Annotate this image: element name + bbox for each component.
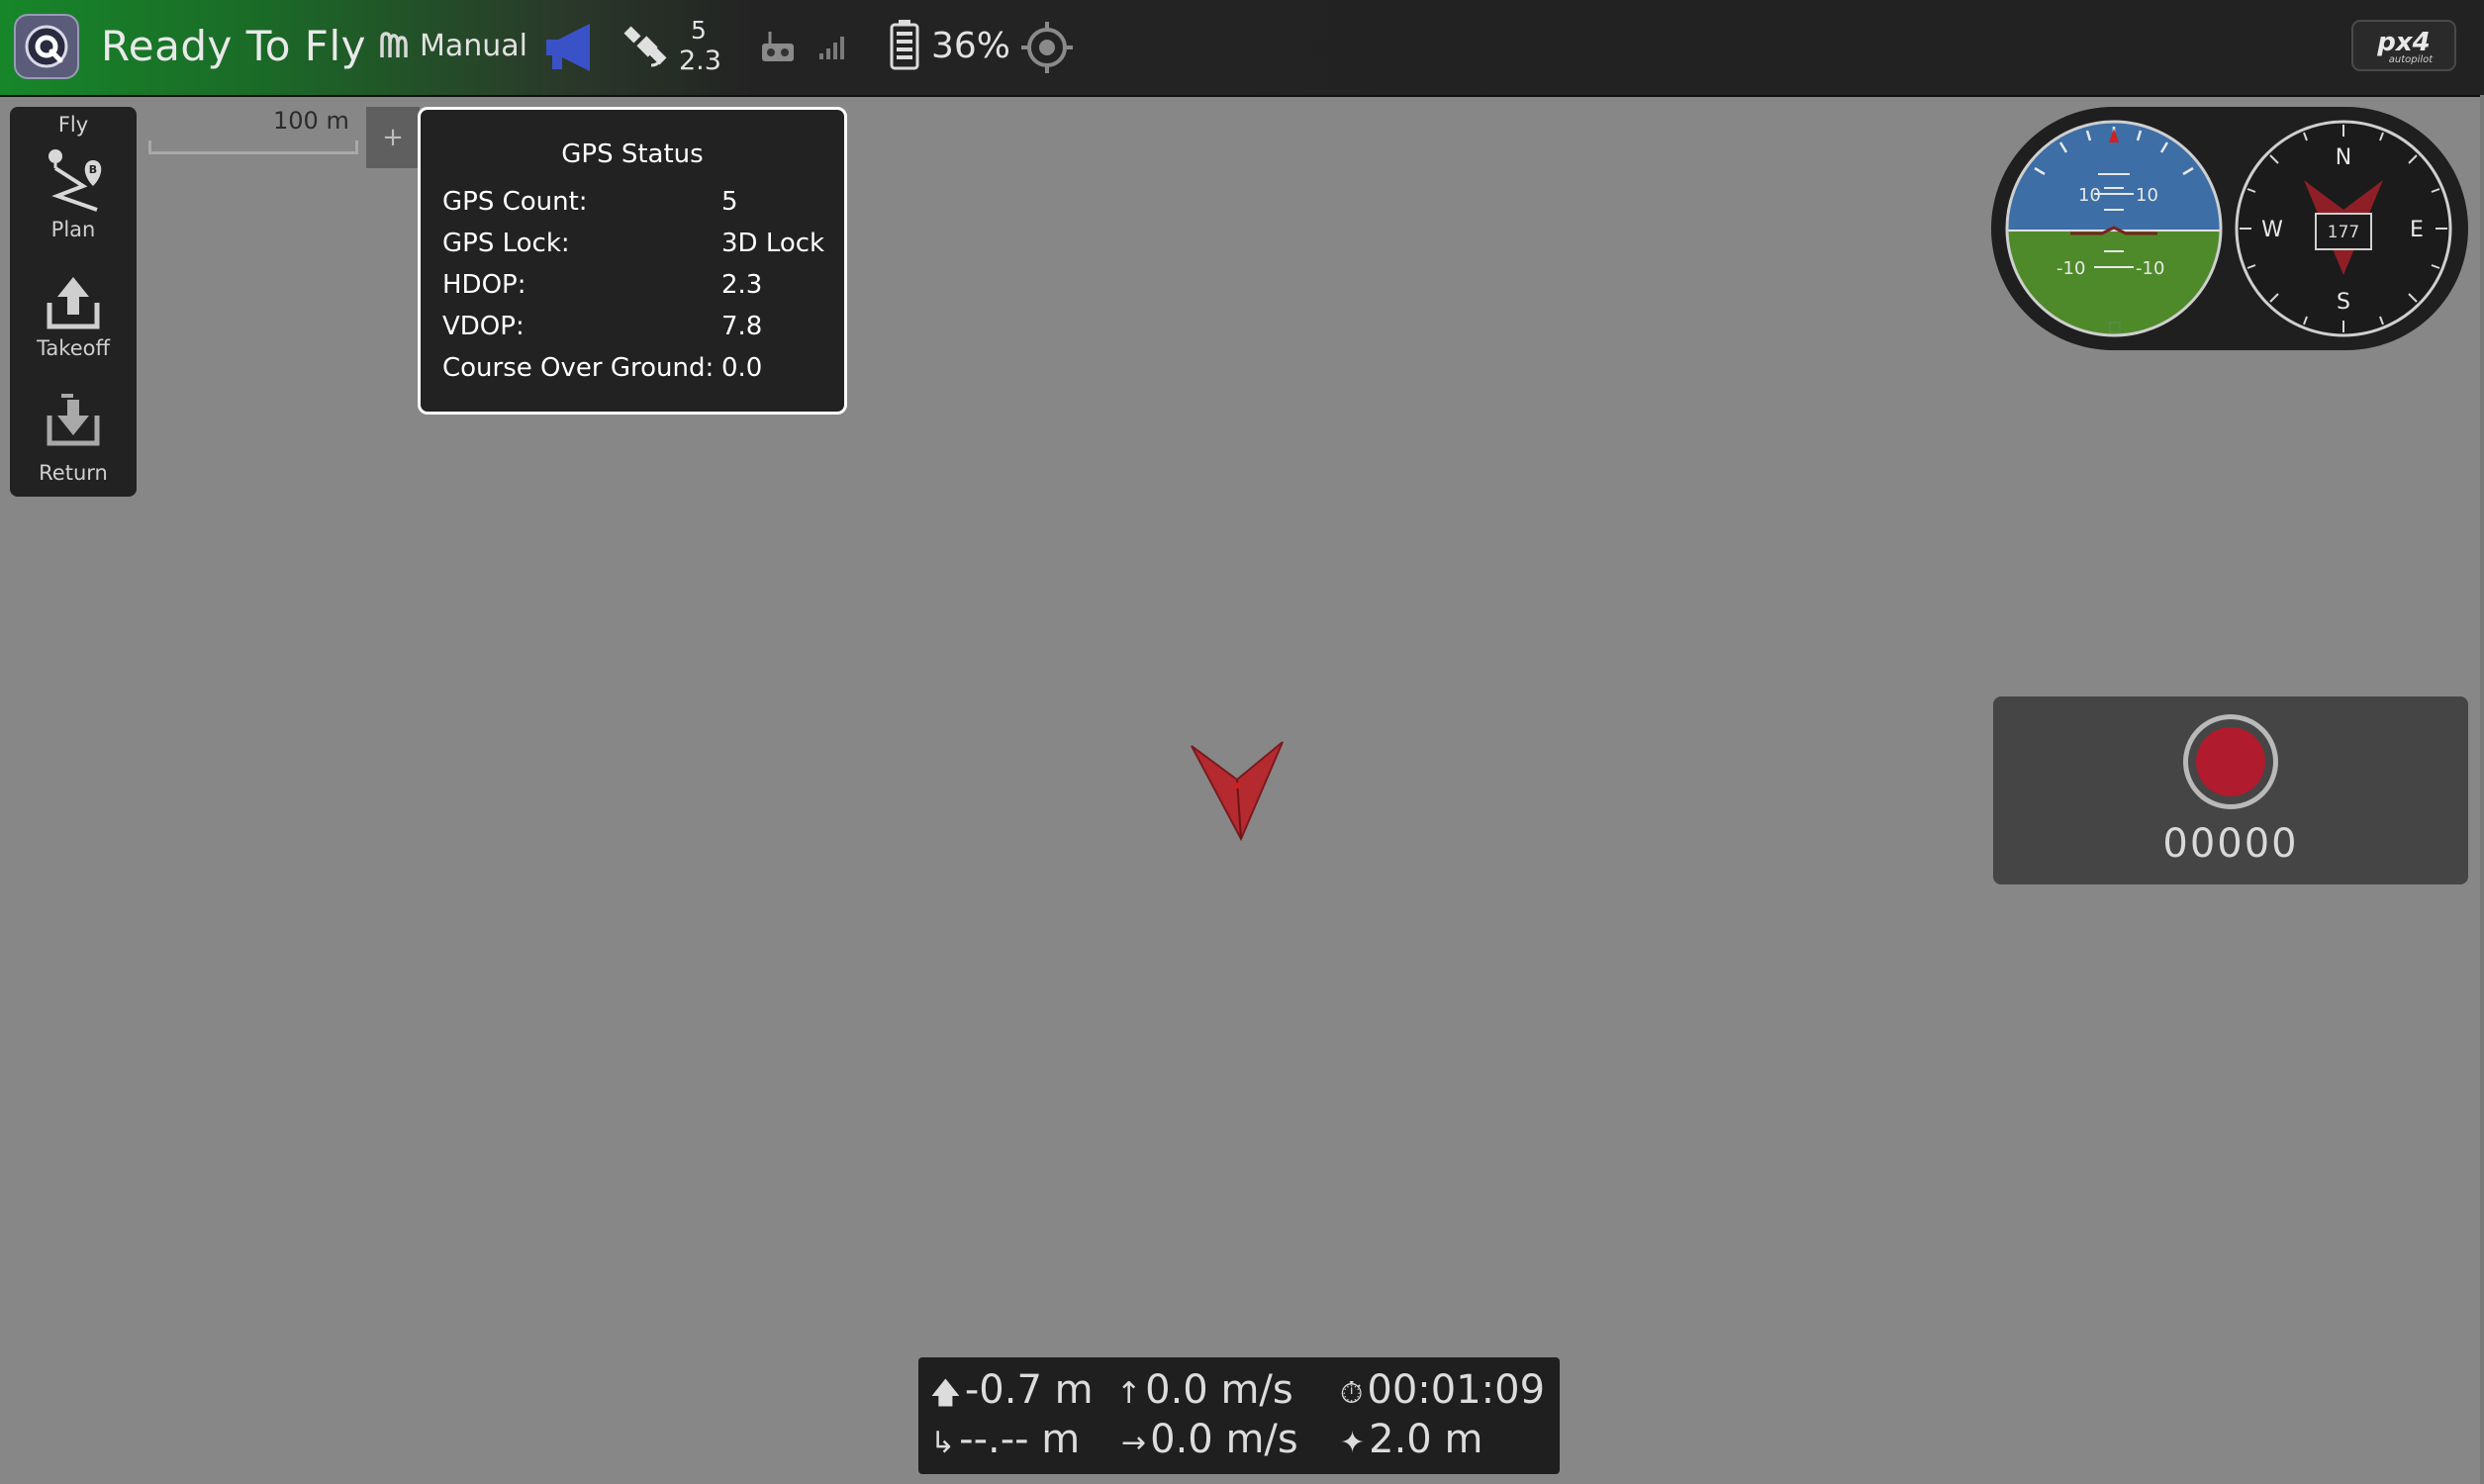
qgc-logo-icon [25, 25, 68, 68]
map-scale-bar [148, 140, 358, 154]
qgc-logo-button[interactable] [14, 14, 79, 79]
return-icon [47, 394, 100, 446]
vdop-label: VDOP: [442, 312, 525, 341]
signal-strength-icon [819, 37, 844, 59]
zoom-in-button[interactable]: + [366, 107, 420, 168]
takeoff-label: Takeoff [37, 336, 110, 360]
distance-item: ↳ --.-- m [930, 1417, 1080, 1462]
pitch-label-up-left: 10 [2078, 185, 2101, 206]
flight-time-item: ⏱ 00:01:09 [1340, 1367, 1545, 1413]
camera-panel: 00000 [1993, 696, 2468, 884]
altitude-item: 🡅 -0.7 m [930, 1367, 1094, 1422]
stopwatch-icon: ⏱ [1340, 1376, 1364, 1411]
tool-strip-title: Fly [57, 113, 89, 137]
pitch-label-down-left: -10 [2056, 258, 2085, 279]
gimbal-target-icon[interactable] [1019, 20, 1075, 75]
ground-speed-icon: → [1121, 1426, 1147, 1460]
distance-to-home-item: ✦ 2.0 m [1340, 1417, 1482, 1462]
flight-mode-selector[interactable]: Manual [420, 29, 527, 63]
record-dot-icon [2196, 727, 2265, 796]
vdop-value: 7.8 [721, 312, 763, 341]
plan-label: Plan [50, 218, 96, 241]
gps-hdop: 2.3 [679, 46, 721, 76]
telemetry-bar: 🡅 -0.7 m ↑ 0.0 m/s ⏱ 00:01:09 ↳ --.-- m → 0.0… [918, 1357, 1560, 1474]
rc-transmitter-icon[interactable] [760, 30, 796, 63]
compass-north: N [2336, 145, 2351, 170]
hdop-label: HDOP: [442, 270, 526, 300]
compass-west: W [2261, 218, 2283, 242]
takeoff-button[interactable]: Takeoff [10, 273, 137, 384]
pitch-label-down-right: -10 [2136, 258, 2164, 279]
battery-icon[interactable] [889, 18, 920, 71]
course-over-ground-value: 0.0 [721, 353, 763, 383]
gps-count-value: 5 [721, 187, 738, 217]
altitude-icon: 🡅 [930, 1376, 961, 1411]
compass-east: E [2410, 218, 2424, 242]
svg-text:px4: px4 [2376, 28, 2430, 57]
pitch-label-up-right: 10 [2136, 185, 2158, 206]
map-scale-label: 100 m [273, 107, 349, 135]
gps-lock-label: GPS Lock: [442, 229, 570, 258]
distance-value: --.-- m [959, 1417, 1081, 1462]
altitude-value: -0.7 m [964, 1367, 1094, 1413]
svg-text:autopilot: autopilot [2389, 54, 2435, 65]
flight-time-value: 00:01:09 [1367, 1367, 1546, 1413]
gps-lock-value: 3D Lock [721, 229, 825, 258]
takeoff-icon [47, 277, 100, 329]
return-button[interactable]: Return [10, 390, 137, 501]
battery-percent: 36% [931, 26, 1011, 66]
vertical-speed-icon: ↑ [1116, 1376, 1142, 1411]
gps-popup-title: GPS Status [561, 139, 704, 169]
vertical-speed-item: ↑ 0.0 m/s [1116, 1367, 1293, 1413]
distance-icon: ↳ [930, 1426, 956, 1460]
instrument-widgets: 10 10 -10 -10 177 N S W E [2005, 120, 2452, 337]
gps-count-label: GPS Count: [442, 187, 588, 217]
ground-speed-value: 0.0 m/s [1150, 1417, 1298, 1462]
ground-speed-item: → 0.0 m/s [1121, 1417, 1298, 1462]
top-toolbar: Ready To Fly Manual 5 2.3 36% px4 autopi… [0, 0, 2484, 97]
record-button[interactable] [2183, 714, 2278, 809]
satellite-icon[interactable] [621, 22, 673, 71]
walking-person-icon: ✦ [1340, 1426, 1366, 1460]
distance-to-home-value: 2.0 m [1369, 1417, 1483, 1462]
course-over-ground-label: Course Over Ground: [442, 353, 715, 383]
compass: 177 N S W E [2235, 120, 2452, 337]
attitude-indicator: 10 10 -10 -10 [2005, 120, 2223, 337]
return-label: Return [39, 461, 108, 485]
megaphone-icon[interactable] [542, 20, 602, 75]
px4-logo-icon: px4 autopilot [2351, 20, 2456, 71]
flight-mode-icon [380, 32, 408, 57]
vehicle-status[interactable]: Ready To Fly [101, 22, 366, 70]
fly-tool-strip: Fly B Plan Takeoff Return [10, 107, 137, 497]
plan-icon: B [48, 149, 102, 212]
instrument-panel[interactable]: 10 10 -10 -10 177 N S W E [1991, 107, 2468, 350]
gps-status-popup: GPS Status GPS Count: 5 GPS Lock: 3D Loc… [418, 107, 847, 415]
gps-count: 5 [691, 16, 707, 45]
compass-south: S [2337, 290, 2350, 315]
right-edge-divider [2480, 95, 2484, 1484]
vertical-speed-value: 0.0 m/s [1145, 1367, 1293, 1413]
record-time: 00000 [2162, 821, 2299, 867]
plan-button[interactable]: B Plan [10, 146, 137, 257]
svg-text:B: B [89, 163, 97, 176]
hdop-value: 2.3 [721, 270, 763, 300]
compass-heading: 177 [2328, 223, 2359, 242]
vehicle-marker-icon[interactable] [1188, 740, 1287, 843]
